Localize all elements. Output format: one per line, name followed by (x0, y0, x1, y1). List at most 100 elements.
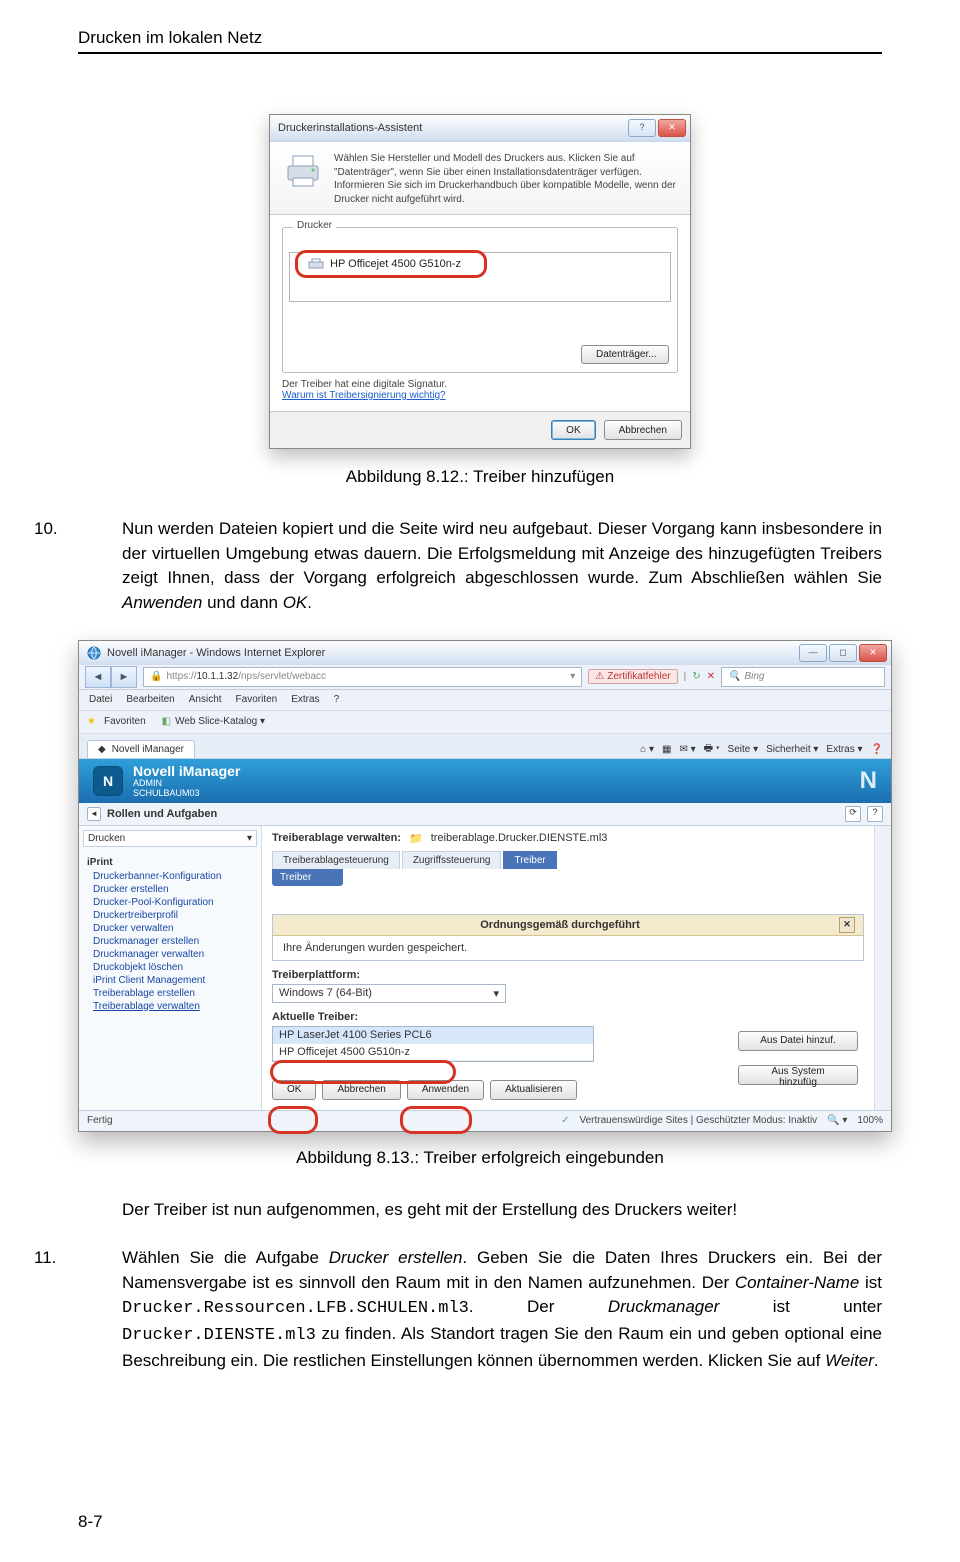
home-icon[interactable]: ⌂ ▾ (640, 744, 654, 755)
success-box: Ordnungsgemäß durchgeführt✕ Ihre Änderun… (272, 914, 864, 961)
forward-button[interactable]: ► (111, 666, 137, 688)
ie-icon (87, 646, 101, 660)
back-button[interactable]: ◄ (85, 666, 111, 688)
help-button[interactable]: ? (628, 119, 656, 137)
ok-button[interactable]: OK (551, 420, 595, 440)
subtab-driver[interactable]: Treiber (272, 869, 343, 886)
sidebar-link[interactable]: iPrint Client Management (87, 974, 253, 987)
wizard-intro: Wählen Sie Hersteller und Modell des Dru… (334, 152, 678, 206)
feed-icon[interactable]: ▦ (662, 744, 671, 755)
running-header: Drucken im lokalen Netz (78, 28, 882, 48)
star-icon[interactable]: ★ (87, 716, 96, 727)
sidebar-link[interactable]: Druckertreiberprofil (87, 909, 253, 922)
platform-label: Treiberplattform: (272, 969, 864, 981)
ie-titlebar: Novell iManager - Windows Internet Explo… (79, 641, 891, 665)
close-button[interactable]: ✕ (658, 119, 686, 137)
close-button[interactable]: ✕ (859, 644, 887, 662)
sidebar-link[interactable]: Drucker erstellen (87, 883, 253, 896)
sidebar-link[interactable]: Drucker verwalten (87, 922, 253, 935)
shield-icon: ⚠ (595, 671, 604, 682)
help-menu[interactable]: ❓ (871, 744, 883, 755)
sidebar-link[interactable]: Treiberablage erstellen (87, 987, 253, 1000)
collapse-icon[interactable]: ◄ (87, 807, 101, 821)
sidebar-link[interactable]: Druckobjekt löschen (87, 961, 253, 974)
platform-select[interactable]: Windows 7 (64-Bit)▾ (272, 984, 506, 1003)
stop-icon[interactable]: ✕ (707, 671, 715, 682)
menu-datei[interactable]: Datei (89, 694, 112, 705)
cancel-button[interactable]: Abbrechen (604, 420, 682, 440)
trusted-zone-icon: ✓ (561, 1115, 569, 1126)
printer-mini-icon (308, 258, 324, 270)
page-number: 8-7 (78, 1512, 103, 1532)
mail-icon[interactable]: ✉ ▾ (679, 744, 695, 755)
refresh-icon[interactable]: ↻ (692, 671, 700, 682)
driver-item[interactable]: HP LaserJet 4100 Series PCL6 (273, 1027, 593, 1044)
sidebar-link[interactable]: Druckerbanner-Konfiguration (87, 870, 253, 883)
sidebar-link[interactable]: Drucker-Pool-Konfiguration (87, 896, 253, 909)
wizard-titlebar: Druckerinstallations-Assistent ? ✕ (270, 115, 690, 142)
lock-icon: 🔒 (150, 671, 162, 682)
sidebar-link[interactable]: Druckmanager erstellen (87, 935, 253, 948)
figure-caption-1: Abbildung 8.12.: Treiber hinzufügen (78, 467, 882, 487)
imanager-subbar: ◄Rollen und Aufgaben ⟳? (79, 803, 891, 826)
page-menu[interactable]: Seite ▾ (728, 744, 759, 755)
extras-menu[interactable]: Extras ▾ (826, 744, 862, 755)
add-from-file-button[interactable]: Aus Datei hinzuf. (738, 1031, 858, 1051)
signature-text: Der Treiber hat eine digitale Signatur. (282, 379, 447, 390)
fieldset-legend: Drucker (293, 220, 336, 231)
manage-label: Treiberablage verwalten: (272, 832, 401, 844)
paragraph-success: Der Treiber ist nun aufgenommen, es geht… (78, 1198, 882, 1223)
minimize-button[interactable]: — (799, 644, 827, 662)
signature-link[interactable]: Warum ist Treibersignierung wichtig? (282, 390, 446, 401)
print-icon[interactable]: 🖶 ▾ (704, 741, 720, 758)
driver-item[interactable]: HP Officejet 4500 G510n-z (273, 1044, 593, 1061)
menu-help[interactable]: ? (334, 694, 340, 705)
scrollbar[interactable] (874, 826, 891, 1110)
add-from-system-button[interactable]: Aus System hinzufüg (738, 1065, 858, 1085)
zoom-value[interactable]: 100% (857, 1115, 883, 1126)
selected-driver-highlight: HP Officejet 4500 G510n-z (295, 250, 487, 278)
browser-tab[interactable]: ◆ Novell iManager (87, 740, 195, 758)
toolbar-icon[interactable]: ? (867, 806, 883, 822)
header-rule (78, 52, 882, 54)
step-number-10: 10. (78, 517, 122, 542)
imanager-logo: N (93, 766, 123, 796)
red-highlight-driver (270, 1060, 456, 1084)
menu-ansicht[interactable]: Ansicht (189, 694, 222, 705)
toolbar-icon[interactable]: ⟳ (845, 806, 861, 822)
menu-bearbeiten[interactable]: Bearbeiten (126, 694, 174, 705)
status-zone: Vertrauenswürdige Sites | Geschützter Mo… (579, 1115, 817, 1126)
sidebar-link[interactable]: Treiberablage verwalten (87, 1000, 253, 1013)
maximize-button[interactable]: ◻ (829, 644, 857, 662)
ie-address-bar: ◄ ► 🔒 https://10.1.1.32/nps/servlet/weba… (79, 665, 891, 690)
sidebar: Drucken▾ iPrint Druckerbanner-Konfigurat… (79, 826, 262, 1110)
close-icon[interactable]: ✕ (839, 917, 855, 933)
bing-icon: 🔍 (728, 671, 740, 682)
tab-driver[interactable]: Treiber (503, 851, 556, 869)
wizard-screenshot: Druckerinstallations-Assistent ? ✕ Wähle… (269, 114, 691, 449)
figure-caption-2: Abbildung 8.13.: Treiber erfolgreich ein… (78, 1148, 882, 1168)
search-field[interactable]: 🔍Bing (721, 667, 885, 687)
main-panel: Treiberablage verwalten: 📁 treiberablage… (262, 826, 874, 1110)
paragraph-11: 11.Wählen Sie die Aufgabe Drucker erstel… (78, 1246, 882, 1373)
ie-tab-row: ◆ Novell iManager ⌂ ▾ ▦ ✉ ▾ 🖶 ▾ Seite ▾ … (79, 734, 891, 759)
selected-driver-name: HP Officejet 4500 G510n-z (330, 258, 461, 270)
novell-n-icon: N (860, 767, 877, 795)
wizard-title: Druckerinstallations-Assistent (278, 122, 422, 134)
url-field[interactable]: 🔒 https://10.1.1.32/nps/servlet/webacc ▾ (143, 667, 582, 687)
security-menu[interactable]: Sicherheit ▾ (766, 744, 818, 755)
driver-list[interactable]: HP LaserJet 4100 Series PCL6 HP Officeje… (272, 1026, 594, 1062)
tab-control[interactable]: Treiberablagesteuerung (272, 851, 400, 869)
success-body: Ihre Änderungen wurden gespeichert. (273, 936, 863, 960)
disk-button[interactable]: Datenträger... (581, 345, 669, 364)
sidebar-category-select[interactable]: Drucken▾ (83, 830, 257, 847)
menu-extras[interactable]: Extras (291, 694, 319, 705)
webslice-item[interactable]: ◧Web Slice-Katalog ▾ (162, 716, 265, 727)
zoom-icon[interactable]: 🔍 ▾ (827, 1115, 847, 1126)
menu-favoriten[interactable]: Favoriten (236, 694, 278, 705)
refresh-button[interactable]: Aktualisieren (490, 1080, 577, 1100)
ie-window-title: Novell iManager - Windows Internet Explo… (107, 647, 325, 659)
tab-access[interactable]: Zugriffssteuerung (402, 851, 502, 869)
cert-error-badge[interactable]: ⚠Zertifikatfehler (588, 669, 677, 684)
sidebar-link[interactable]: Druckmanager verwalten (87, 948, 253, 961)
